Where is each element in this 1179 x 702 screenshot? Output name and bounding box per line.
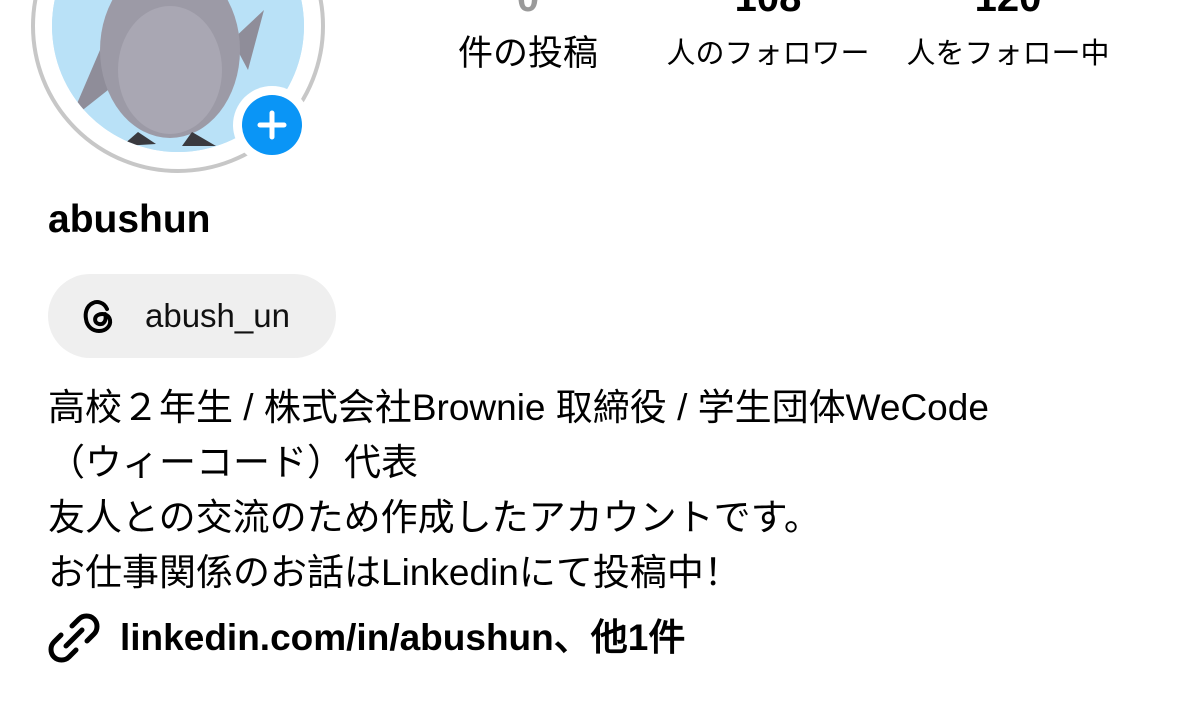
followers-label: 人のフォロワー	[666, 38, 870, 70]
profile-link[interactable]: linkedin.com/in/abushun、他1件	[48, 612, 685, 664]
bio-line: 高校２年生 / 株式会社Brownie 取締役 / 学生団体WeCode	[48, 387, 989, 428]
add-story-circle	[242, 95, 302, 155]
threads-handle: abush_un	[145, 297, 290, 334]
posts-label: 件の投稿	[457, 34, 598, 73]
threads-icon	[83, 300, 113, 334]
bio-line: 友人との交流のため作成したアカウントです。	[48, 497, 821, 538]
threads-badge-button[interactable]: abush_un	[48, 274, 336, 358]
following-label: 人をフォロー中	[906, 38, 1110, 70]
followers-count: 108	[655, 0, 881, 18]
following-count: 120	[895, 0, 1121, 18]
bio-line: （ウィーコード）代表	[48, 442, 418, 483]
add-story-button[interactable]	[233, 86, 311, 164]
link-icon	[48, 613, 100, 663]
bio-line: お仕事関係のお話はLinkedinにて投稿中！	[48, 552, 741, 593]
profile-bio: 高校２年生 / 株式会社Brownie 取締役 / 学生団体WeCode （ウィ…	[48, 380, 989, 600]
posts-count: 0	[440, 0, 616, 18]
profile-name: abushun	[48, 198, 211, 241]
plus-icon	[257, 110, 287, 140]
profile-link-text: linkedin.com/in/abushun、他1件	[120, 617, 686, 658]
